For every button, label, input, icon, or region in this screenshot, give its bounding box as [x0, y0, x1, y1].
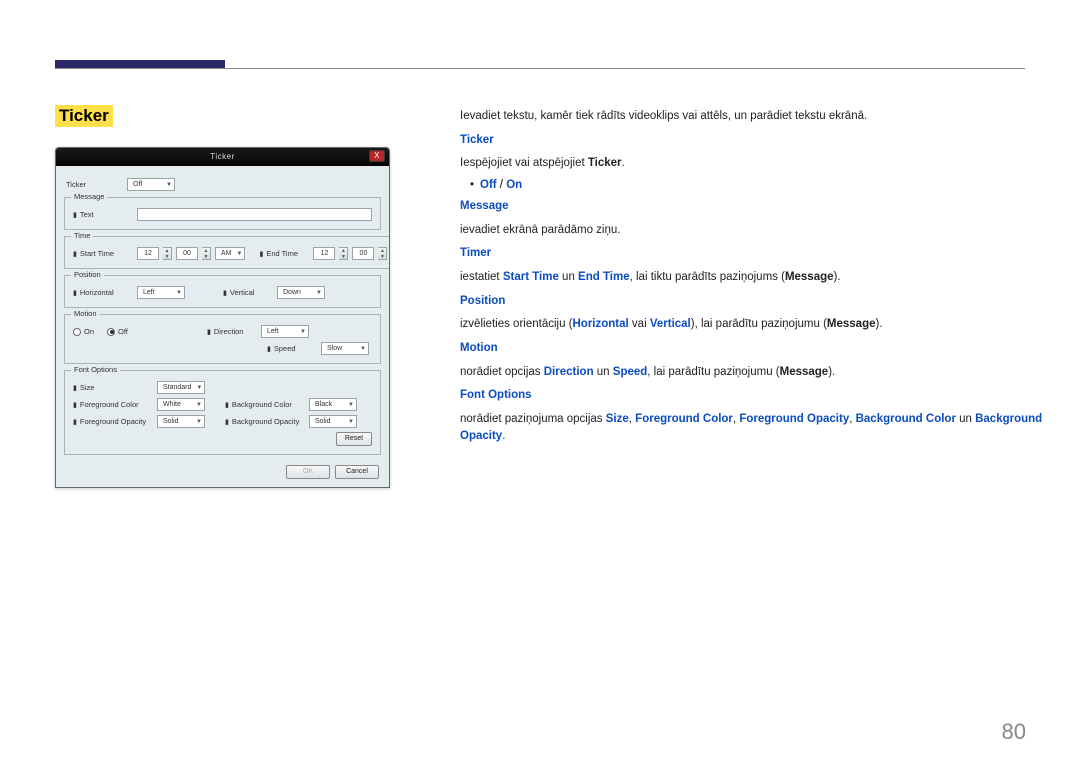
section-title: Ticker — [55, 105, 113, 127]
horizontal-select[interactable]: Left▼ — [137, 286, 185, 299]
timer-heading: Timer — [460, 247, 491, 259]
direction-label: ▮Direction — [207, 327, 257, 336]
start-time-label: ▮Start Time — [73, 249, 133, 258]
position-desc: izvēlieties orientāciju (Horizontal vai … — [460, 316, 1050, 333]
vertical-select[interactable]: Down▼ — [277, 286, 325, 299]
spinner-arrows-icon[interactable] — [378, 247, 387, 260]
message-text-label: ▮Text — [73, 210, 133, 219]
direction-select[interactable]: Left▼ — [261, 325, 309, 338]
reset-button[interactable]: Reset — [336, 432, 372, 446]
speed-select[interactable]: Slow▼ — [321, 342, 369, 355]
page-number: 80 — [1002, 719, 1026, 745]
message-fieldset: Message ▮Text — [64, 197, 381, 230]
ticker-row: Ticker Off ▼ — [64, 174, 381, 197]
ticker-value: Off — [133, 181, 142, 188]
start-hour-spinner[interactable]: 12 — [137, 247, 159, 260]
left-column: Ticker Ticker X Ticker Off ▼ Message ▮Tex… — [55, 105, 390, 488]
ok-button[interactable]: OK — [286, 465, 330, 479]
font-desc: norādiet paziņojuma opcijas Size, Foregr… — [460, 411, 1050, 444]
motion-off-radio[interactable]: Off — [107, 327, 141, 336]
start-min-spinner[interactable]: 00 — [176, 247, 198, 260]
font-legend: Font Options — [71, 365, 120, 374]
page-content: Ticker Ticker X Ticker Off ▼ Message ▮Tex… — [55, 105, 1050, 488]
header-accent-bar — [55, 60, 225, 68]
end-min-spinner[interactable]: 00 — [352, 247, 374, 260]
fg-color-select[interactable]: White▼ — [157, 398, 205, 411]
ticker-select[interactable]: Off ▼ — [127, 178, 175, 191]
vertical-label: ▮Vertical — [223, 288, 273, 297]
end-hour-spinner[interactable]: 12 — [313, 247, 335, 260]
dialog-body: Ticker Off▼ Message ▮Text Time ▮Start — [56, 166, 389, 487]
time-legend: Time — [71, 231, 93, 240]
start-ampm-select[interactable]: AM▼ — [215, 247, 245, 260]
bg-color-select[interactable]: Black▼ — [309, 398, 357, 411]
message-desc: ievadiet ekrānā parādāmo ziņu. — [460, 222, 1050, 239]
size-select[interactable]: Standard▼ — [157, 381, 205, 394]
motion-desc: norādiet opcijas Direction un Speed, lai… — [460, 364, 1050, 381]
spinner-arrows-icon[interactable] — [163, 247, 172, 260]
cancel-button[interactable]: Cancel — [335, 465, 379, 479]
fg-opacity-label: ▮Foreground Opacity — [73, 417, 153, 426]
speed-label: ▮Speed — [267, 344, 317, 353]
font-options-fieldset: Font Options ▮Size Standard▼ ▮Foreground… — [64, 370, 381, 455]
spinner-arrows-icon[interactable] — [202, 247, 211, 260]
dialog-title: Ticker — [210, 152, 234, 161]
ticker-label: Ticker — [66, 180, 121, 189]
spinner-arrows-icon[interactable] — [339, 247, 348, 260]
end-time-label: ▮End Time — [259, 249, 309, 258]
bg-opacity-label: ▮Background Opacity — [225, 417, 305, 426]
dialog-titlebar: Ticker X — [56, 148, 389, 166]
size-label: ▮Size — [73, 383, 153, 392]
position-fieldset: Position ▮Horizontal Left▼ ▮Vertical Dow… — [64, 275, 381, 308]
message-legend: Message — [71, 192, 107, 201]
right-column: Ievadiet tekstu, kamēr tiek rādīts video… — [460, 105, 1050, 488]
motion-on-radio[interactable]: On — [73, 327, 103, 336]
message-heading: Message — [460, 200, 509, 212]
horizontal-label: ▮Horizontal — [73, 288, 133, 297]
motion-legend: Motion — [71, 309, 100, 318]
position-heading: Position — [460, 295, 505, 307]
chevron-down-icon: ▼ — [166, 182, 172, 188]
position-legend: Position — [71, 270, 104, 279]
motion-heading: Motion — [460, 342, 498, 354]
bg-color-label: ▮Background Color — [225, 400, 305, 409]
intro-text: Ievadiet tekstu, kamēr tiek rādīts video… — [460, 108, 1050, 125]
time-fieldset: Time ▮Start Time 12 00 AM▼ ▮End Time 12 … — [64, 236, 390, 269]
fg-opacity-select[interactable]: Solid▼ — [157, 415, 205, 428]
motion-fieldset: Motion On Off ▮Direction Left▼ ▮Speed Sl… — [64, 314, 381, 364]
ticker-heading: Ticker — [460, 134, 494, 146]
offon-bullet: Off / On — [460, 179, 1050, 191]
timer-desc: iestatiet Start Time un End Time, lai ti… — [460, 269, 1050, 286]
ticker-desc: Iespējojiet vai atspējojiet Ticker. — [460, 155, 1050, 172]
fg-color-label: ▮Foreground Color — [73, 400, 153, 409]
message-text-input[interactable] — [137, 208, 372, 221]
ticker-dialog: Ticker X Ticker Off ▼ Message ▮Text — [55, 147, 390, 488]
font-heading: Font Options — [460, 389, 532, 401]
bg-opacity-select[interactable]: Solid▼ — [309, 415, 357, 428]
close-button[interactable]: X — [369, 150, 385, 162]
header-rule — [55, 68, 1025, 69]
dialog-footer-buttons: OK Cancel — [64, 461, 381, 481]
